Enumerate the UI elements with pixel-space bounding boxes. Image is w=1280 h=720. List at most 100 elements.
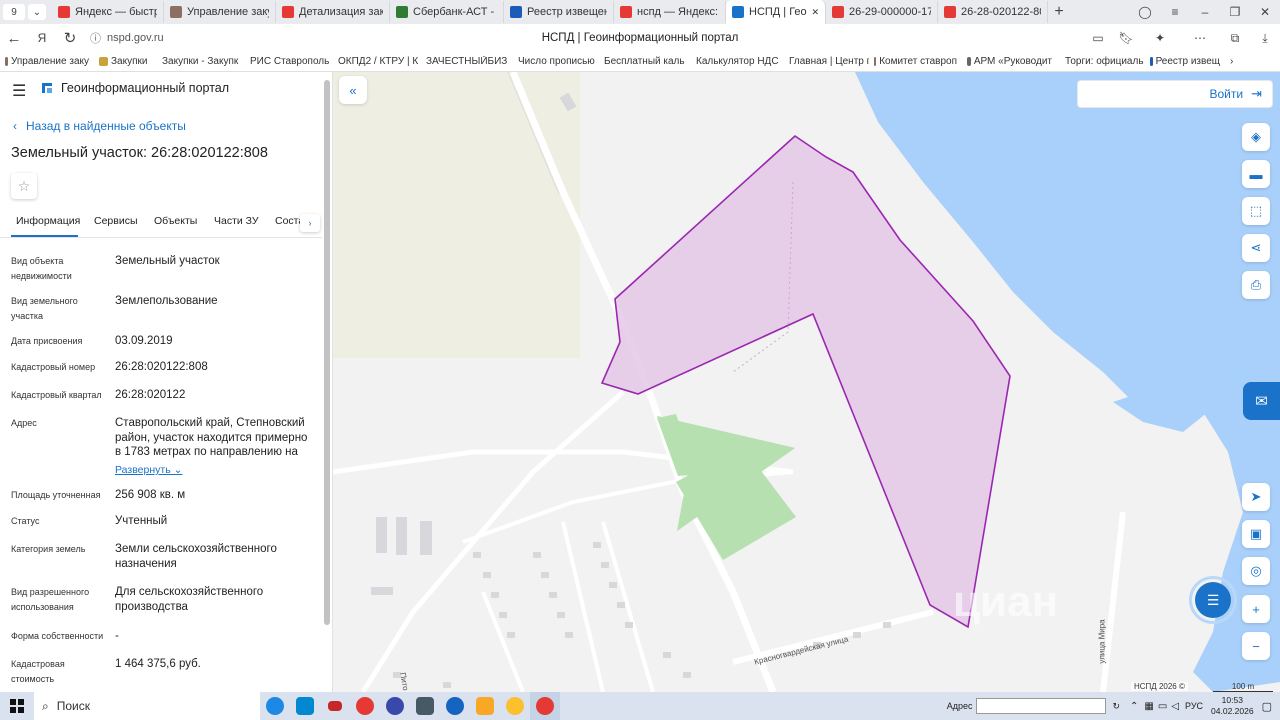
collapse-panel-icon[interactable]: « (339, 76, 367, 104)
bookmark-item[interactable]: Число прописью (510, 56, 596, 67)
clock[interactable]: 10:53 04.02.2026 (1211, 695, 1254, 717)
bookmark-item[interactable]: ЗАЧЕСТНЫЙБИЗ (418, 56, 510, 67)
feedback-icon[interactable]: ✉ (1243, 382, 1280, 420)
favorite-star-icon[interactable]: ☆ (11, 173, 37, 199)
geolocation-icon[interactable]: ◎ (1242, 557, 1270, 585)
map-canvas[interactable]: « Войти ⇥ ◈ ▬ ⬚ ⋖ ⎙ ✉ ➤ ▣ ◎ + − ☰ циан К… (333, 72, 1280, 692)
chevron-left-icon: ‹ (13, 119, 17, 133)
tab-label: 26-28-020122-808 от (961, 6, 1041, 18)
yandex-icon[interactable]: Я (28, 24, 56, 52)
bookmark-item[interactable]: Закупки - Закупк (154, 56, 242, 67)
tab-label: нспд — Яндекс: наш (637, 6, 719, 18)
info-row-value: Ставропольский край, Степновский район, … (115, 417, 308, 458)
more-icon[interactable]: ⋯ (1180, 24, 1220, 52)
app-bird-icon[interactable] (290, 692, 320, 720)
bookmark-item[interactable]: РИС Ставрополь (242, 56, 330, 67)
address-toolbar-input[interactable] (976, 698, 1107, 714)
login-button[interactable]: Войти ⇥ (1077, 80, 1273, 108)
calculator-icon[interactable] (410, 692, 440, 720)
menu-icon[interactable]: ≡ (1160, 0, 1190, 26)
tabs-scroll-right-icon[interactable]: › (300, 214, 320, 232)
site-info-icon[interactable]: ⓘ (90, 30, 101, 46)
bookmark-item[interactable]: Калькулятор НДС (688, 56, 781, 67)
info-row-label: Вид земельного участка (11, 296, 78, 321)
browser-tab[interactable]: Управление закупка (164, 1, 276, 23)
bookmark-item[interactable]: Управление заку (0, 56, 94, 67)
app-blue-icon[interactable] (440, 692, 470, 720)
expand-address-link[interactable]: Развернуть ⌄ (115, 463, 182, 478)
info-tab[interactable]: Сервисы (94, 215, 138, 227)
extensions-icon[interactable]: ✦ (1140, 24, 1180, 52)
network-icon[interactable]: ▭ (1158, 701, 1167, 712)
language-indicator[interactable]: РУС (1185, 701, 1203, 711)
url-field[interactable]: ⓘ nspd.gov.ru (90, 30, 164, 46)
info-tab[interactable]: Объекты (154, 215, 197, 227)
yandex-browser-icon[interactable] (350, 692, 380, 720)
info-tab[interactable]: Информация (16, 215, 80, 227)
bookmark-item[interactable]: Торги: официаль (1057, 56, 1145, 67)
info-tab[interactable]: Части ЗУ (214, 215, 259, 227)
edge-icon[interactable] (260, 692, 290, 720)
restore-icon[interactable]: ❐ (1220, 0, 1250, 26)
layers-icon[interactable]: ◈ (1242, 123, 1270, 151)
browser-tab[interactable]: 26-29-000000-17234 (826, 1, 938, 23)
browser-tab[interactable]: Сбербанк-АСТ - Эле (390, 1, 504, 23)
browser-tab[interactable]: нспд — Яндекс: наш (614, 1, 726, 23)
bookmarks-more-icon[interactable]: › (1225, 56, 1238, 67)
bookmark-item[interactable]: Закупки (94, 56, 154, 67)
panel-scrollbar[interactable] (324, 80, 330, 625)
bookmark-item[interactable]: Комитет ставроп (869, 56, 962, 67)
reader-icon[interactable]: ▭ (1084, 24, 1112, 52)
tray-app-icon[interactable]: ▦ (1144, 701, 1153, 712)
browser-tab[interactable]: Яндекс — быстрый п (52, 1, 164, 23)
notifications-icon[interactable]: ▢ (1262, 700, 1272, 713)
bookmark-label: Закупки (111, 56, 148, 67)
tab-counter[interactable]: 9 (3, 4, 25, 20)
share-icon[interactable]: ⋖ (1242, 234, 1270, 262)
zoom-out-icon[interactable]: − (1242, 632, 1270, 660)
download-icon[interactable]: ⤓ (1250, 24, 1280, 52)
browser-tab[interactable]: НСПД | Геоинфор ✕ (726, 0, 826, 24)
tray-chevron-icon[interactable]: ⌃ (1130, 701, 1138, 712)
bookmark-item[interactable]: Бесплатный каль (596, 56, 688, 67)
hamburger-menu-icon[interactable]: ☰ (12, 81, 26, 101)
clock-date: 04.02.2026 (1211, 706, 1254, 716)
locate-direction-icon[interactable]: ➤ (1242, 483, 1270, 511)
browser-tab[interactable]: Детализация заказа (276, 1, 390, 23)
ruler-icon[interactable]: ▬ (1242, 160, 1270, 188)
browser-tab[interactable]: 26-28-020122-808 от (938, 1, 1048, 23)
refresh-icon[interactable]: ↻ (1112, 701, 1120, 712)
minimize-icon[interactable]: – (1190, 0, 1220, 26)
print-icon[interactable]: ⎙ (1242, 271, 1270, 299)
close-window-icon[interactable]: ✕ (1250, 0, 1280, 26)
chevron-down-icon[interactable]: ⌄ (28, 4, 46, 20)
area-select-icon[interactable]: ⬚ (1242, 197, 1270, 225)
app-arrow-icon[interactable] (320, 692, 350, 720)
volume-icon[interactable]: ◁ (1171, 701, 1179, 712)
zoom-in-icon[interactable]: + (1242, 595, 1270, 623)
new-tab-icon[interactable]: + (1048, 0, 1070, 26)
yandex-browser-active-icon[interactable] (530, 692, 560, 720)
bookmark-icon[interactable]: 🔖︎ (1112, 24, 1140, 52)
collections-icon[interactable]: ⧉ (1220, 24, 1250, 52)
file-explorer-icon[interactable] (470, 692, 500, 720)
windows-start-icon[interactable] (0, 692, 34, 720)
back-link[interactable]: ‹ Назад в найденные объекты (13, 119, 186, 133)
info-row-value: 1 464 375,6 руб. (115, 658, 201, 670)
chevron-down-icon: ⌄ (170, 464, 183, 476)
bookmark-item[interactable]: ОКПД2 / КТРУ | К (330, 56, 418, 67)
1c-icon[interactable] (500, 692, 530, 720)
bookmark-item[interactable]: Реестр извещ (1145, 56, 1225, 67)
close-tab-icon[interactable]: ✕ (811, 7, 819, 18)
bookmark-item[interactable]: Главная | Центр г (781, 56, 869, 67)
bookmark-item[interactable]: АРМ «Руководит (962, 56, 1057, 67)
tab-favicon-icon (396, 6, 408, 18)
back-icon[interactable]: ← (0, 24, 28, 52)
browser-tab[interactable]: Реестр извещений (504, 1, 614, 23)
taskbar-search[interactable]: ⌕ Поиск (34, 692, 260, 720)
chat-bot-button[interactable]: ☰ (1189, 576, 1237, 624)
app-c-icon[interactable] (380, 692, 410, 720)
profile-icon[interactable]: ◯ (1130, 0, 1160, 26)
reload-icon[interactable]: ↻ (56, 24, 84, 52)
minimap-icon[interactable]: ▣ (1242, 520, 1270, 548)
